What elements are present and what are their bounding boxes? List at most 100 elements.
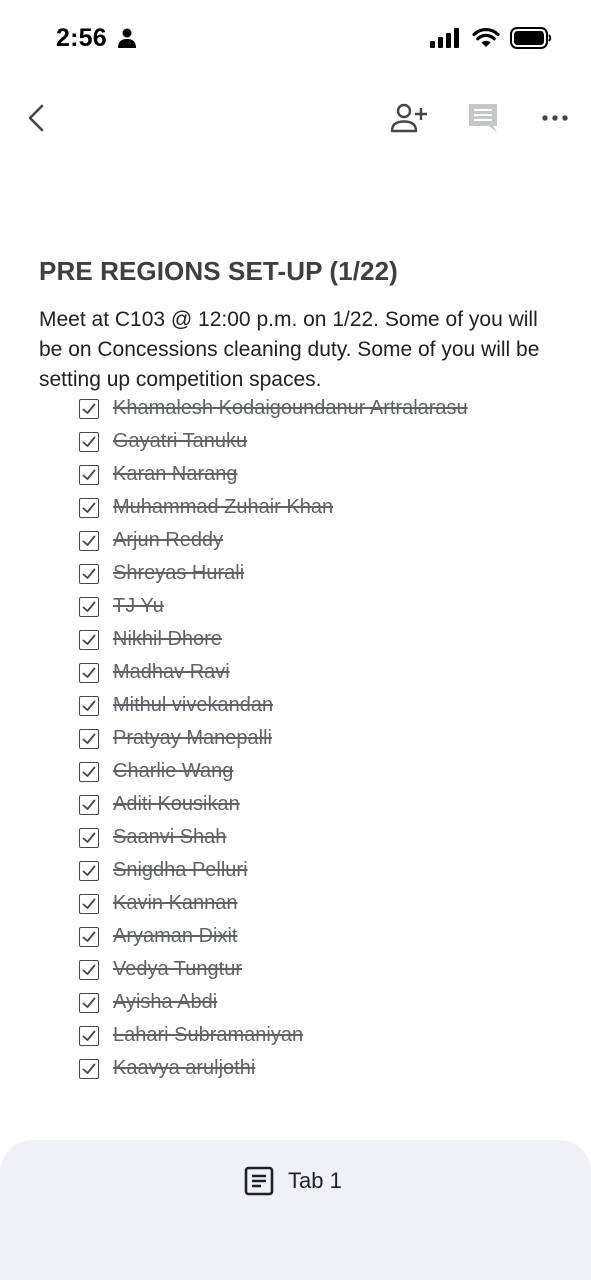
checklist-item: Muhammad Zuhair Khan [79, 491, 468, 524]
checklist-item: Aryaman Dixit [79, 920, 468, 953]
checklist-item-label[interactable]: Shreyas Hurali [113, 562, 244, 585]
checkbox[interactable] [79, 728, 99, 749]
checkbox[interactable] [79, 893, 99, 914]
checklist-item: Kaavya aruljothi [79, 1052, 468, 1085]
checkbox[interactable] [79, 497, 99, 518]
checklist-item: Saanvi Shah [79, 821, 468, 854]
share-button[interactable] [386, 90, 432, 146]
checkbox[interactable] [79, 695, 99, 716]
checklist-item-label[interactable]: Muhammad Zuhair Khan [113, 496, 333, 519]
checklist-item-label[interactable]: Saanvi Shah [113, 826, 226, 849]
checkbox[interactable] [79, 530, 99, 551]
checkmark-icon [82, 733, 96, 744]
wifi-icon [472, 27, 500, 47]
checkmark-icon [82, 964, 96, 975]
checkbox[interactable] [79, 464, 99, 485]
checklist-item: Kavin Kannan [79, 887, 468, 920]
checkmark-icon [82, 931, 96, 942]
checklist-item-label[interactable]: Khamalesh Kodaigoundanur Artralarasu [113, 397, 468, 420]
document-content: PRE REGIONS SET-UP (1/22) Meet at C103 @… [39, 256, 559, 395]
back-button[interactable] [18, 90, 54, 146]
document-title[interactable]: PRE REGIONS SET-UP (1/22) [39, 256, 559, 287]
cellular-signal-icon [430, 28, 459, 48]
status-time: 2:56 [56, 24, 107, 52]
checkmark-icon [82, 667, 96, 678]
checklist-item-label[interactable]: Charlie Wang [113, 760, 233, 783]
checkbox[interactable] [79, 431, 99, 452]
checkmark-icon [82, 1063, 96, 1074]
more-options-button[interactable] [532, 90, 578, 146]
checklist-item-label[interactable]: Aryaman Dixit [113, 925, 237, 948]
checklist-item: Shreyas Hurali [79, 557, 468, 590]
document-icon [244, 1166, 274, 1196]
checkbox[interactable] [79, 596, 99, 617]
checklist-item-label[interactable]: Kavin Kannan [113, 892, 238, 915]
checklist-item: Lahari Subramaniyan [79, 1019, 468, 1052]
checklist-item: TJ Yu [79, 590, 468, 623]
checkbox[interactable] [79, 1058, 99, 1079]
checkmark-icon [82, 700, 96, 711]
tab-label: Tab 1 [288, 1168, 342, 1193]
checklist: Khamalesh Kodaigoundanur Artralarasu Gaya… [79, 392, 468, 1085]
comment-button[interactable] [460, 90, 506, 146]
checklist-item-label[interactable]: Nikhil Dhore [113, 628, 222, 651]
battery-icon [510, 27, 552, 49]
checkmark-icon [82, 865, 96, 876]
checkbox[interactable] [79, 926, 99, 947]
checkbox[interactable] [79, 992, 99, 1013]
checklist-item-label[interactable]: Vedya Tungtur [113, 958, 242, 981]
checkbox[interactable] [79, 959, 99, 980]
comment-icon [469, 104, 497, 132]
checkmark-icon [82, 535, 96, 546]
checkmark-icon [82, 997, 96, 1008]
checkmark-icon [82, 601, 96, 612]
person-icon [118, 28, 136, 48]
checkbox[interactable] [79, 794, 99, 815]
checklist-item-label[interactable]: TJ Yu [113, 595, 164, 618]
checkbox[interactable] [79, 398, 99, 419]
checklist-item: Khamalesh Kodaigoundanur Artralarasu [79, 392, 468, 425]
checkmark-icon [82, 502, 96, 513]
checkbox[interactable] [79, 827, 99, 848]
checklist-item: Aditi Kousikan [79, 788, 468, 821]
checklist-item-label[interactable]: Madhav Ravi [113, 661, 230, 684]
checklist-item: Pratyay Manepalli [79, 722, 468, 755]
chevron-left-icon [28, 104, 44, 132]
checklist-item: Gayatri Tanuku [79, 425, 468, 458]
checkmark-icon [82, 634, 96, 645]
tab-1[interactable]: Tab 1 [244, 1166, 342, 1196]
checkmark-icon [82, 799, 96, 810]
checklist-item-label[interactable]: Ayisha Abdi [113, 991, 217, 1014]
status-bar: 2:56 [0, 0, 591, 80]
checkbox[interactable] [79, 629, 99, 650]
checkmark-icon [82, 568, 96, 579]
checklist-item: Charlie Wang [79, 755, 468, 788]
checklist-item-label[interactable]: Karan Narang [113, 463, 238, 486]
checklist-item: Mithul vivekandan [79, 689, 468, 722]
checkmark-icon [82, 766, 96, 777]
document-paragraph[interactable]: Meet at C103 @ 12:00 p.m. on 1/22. Some … [39, 305, 559, 395]
checklist-item-label[interactable]: Pratyay Manepalli [113, 727, 272, 750]
bottom-tab-panel: Tab 1 [0, 1140, 591, 1280]
checklist-item: Karan Narang [79, 458, 468, 491]
checkmark-icon [82, 1030, 96, 1041]
checklist-item-label[interactable]: Gayatri Tanuku [113, 430, 247, 453]
checklist-item-label[interactable]: Lahari Subramaniyan [113, 1024, 303, 1047]
checklist-item: Nikhil Dhore [79, 623, 468, 656]
checklist-item: Ayisha Abdi [79, 986, 468, 1019]
checkbox[interactable] [79, 662, 99, 683]
checklist-item-label[interactable]: Aditi Kousikan [113, 793, 240, 816]
checkmark-icon [82, 403, 96, 414]
checklist-item-label[interactable]: Arjun Reddy [113, 529, 223, 552]
checkbox[interactable] [79, 761, 99, 782]
checkmark-icon [82, 898, 96, 909]
checklist-item: Vedya Tungtur [79, 953, 468, 986]
checkbox[interactable] [79, 860, 99, 881]
checklist-item-label[interactable]: Snigdha Pelluri [113, 859, 248, 882]
checkmark-icon [82, 436, 96, 447]
checklist-item: Madhav Ravi [79, 656, 468, 689]
checklist-item-label[interactable]: Mithul vivekandan [113, 694, 273, 717]
checkbox[interactable] [79, 1025, 99, 1046]
checkbox[interactable] [79, 563, 99, 584]
checklist-item-label[interactable]: Kaavya aruljothi [113, 1057, 255, 1080]
